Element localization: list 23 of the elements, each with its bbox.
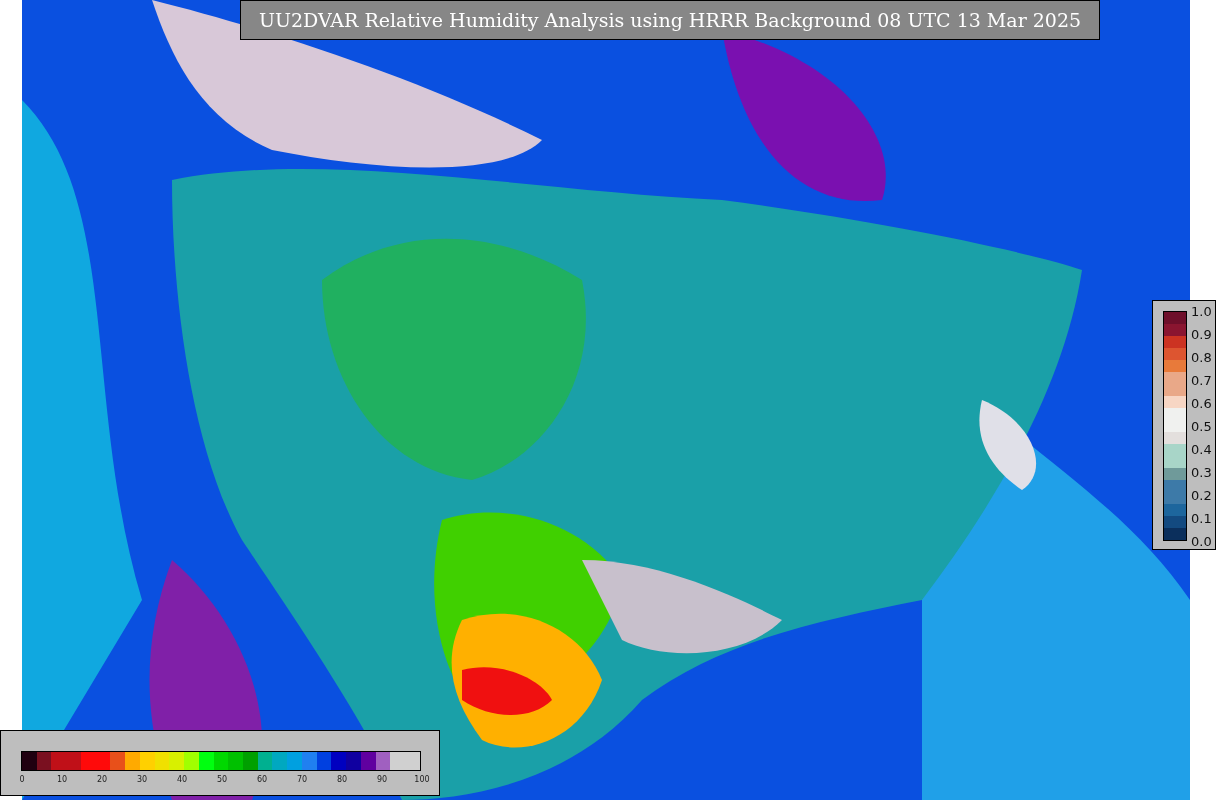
tick-label: 50 bbox=[216, 775, 228, 785]
tick-label: 0.2 bbox=[1191, 489, 1212, 503]
tick-label: 100 bbox=[414, 775, 430, 785]
tick-label: 20 bbox=[96, 775, 108, 785]
tick-label: 0.3 bbox=[1191, 466, 1212, 480]
tick-label: 30 bbox=[136, 775, 148, 785]
tick-label: 40 bbox=[176, 775, 188, 785]
tick-label: 1.0 bbox=[1191, 305, 1212, 319]
tick-label: 0.5 bbox=[1191, 420, 1212, 434]
map-title: UU2DVAR Relative Humidity Analysis using HRRR Background 08 UTC 13 Mar 2025 bbox=[240, 0, 1100, 40]
tick-label: 0.1 bbox=[1191, 512, 1212, 526]
tick-label: 0.0 bbox=[1191, 535, 1212, 549]
tick-label: 70 bbox=[296, 775, 308, 785]
tick-label: 0.8 bbox=[1191, 351, 1212, 365]
tick-label: 0 bbox=[19, 775, 25, 785]
tick-label: 0.7 bbox=[1191, 374, 1212, 388]
tick-label: 60 bbox=[256, 775, 268, 785]
tick-label: 80 bbox=[336, 775, 348, 785]
tick-label: 0.9 bbox=[1191, 328, 1212, 342]
tick-label: 0.4 bbox=[1191, 443, 1212, 457]
tick-label: 90 bbox=[376, 775, 388, 785]
tick-label: 10 bbox=[56, 775, 68, 785]
tick-label: 0.6 bbox=[1191, 397, 1212, 411]
